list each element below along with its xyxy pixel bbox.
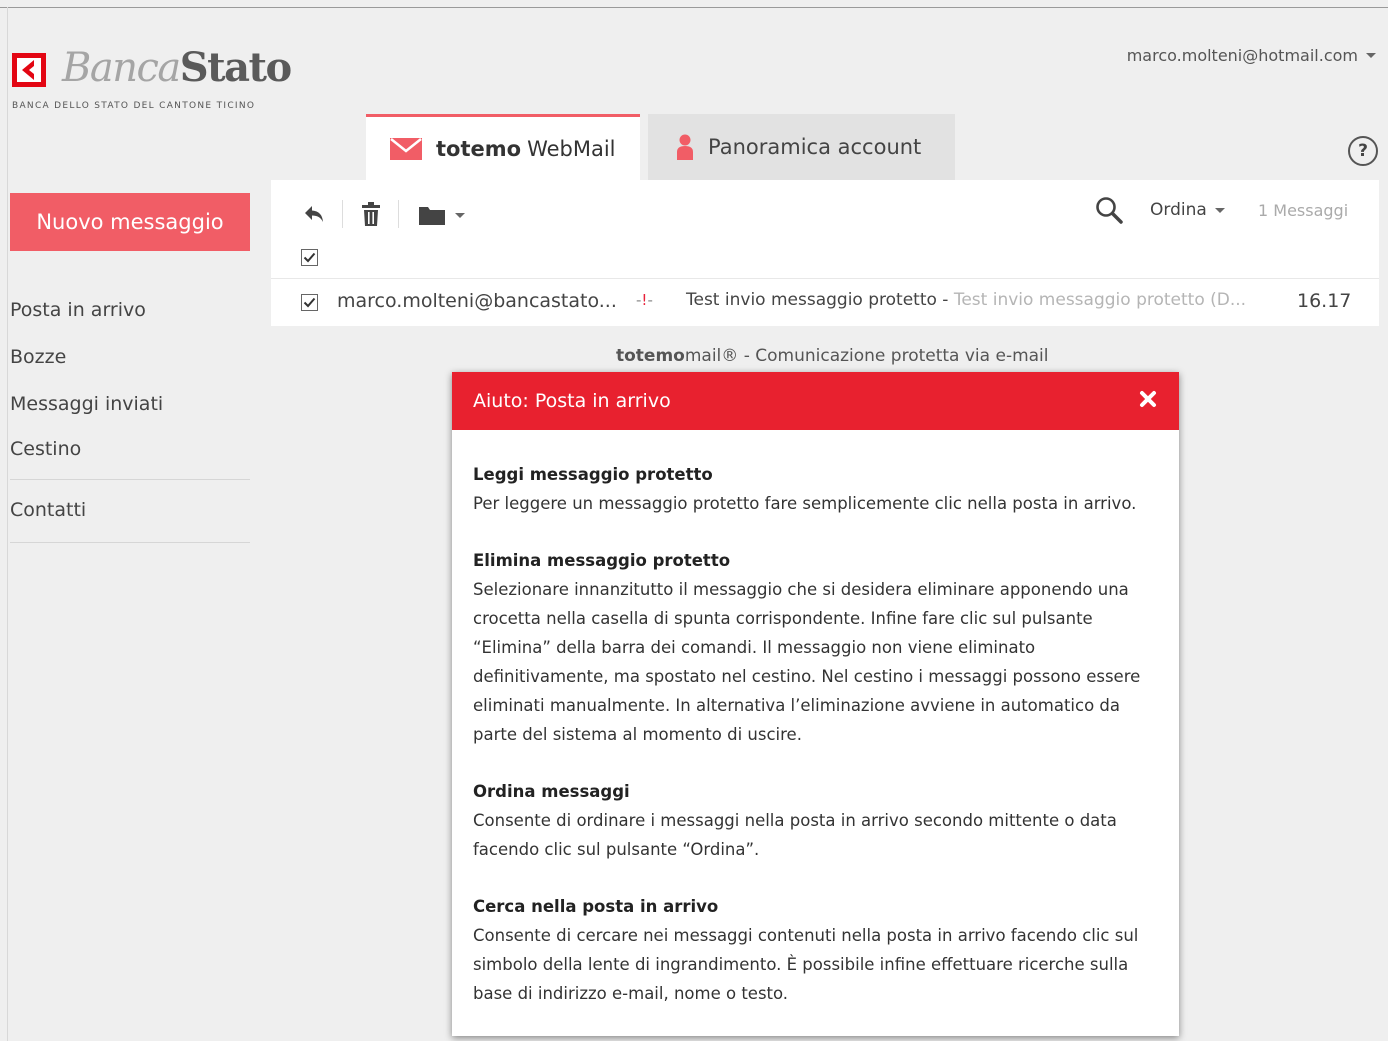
help-section-text: Consente di ordinare i messaggi nella po… (473, 811, 1117, 859)
subject-text: Test invio messaggio protetto - (686, 290, 954, 310)
help-section: Elimina messaggio protetto Selezionare i… (473, 546, 1158, 749)
flag-suffix: - (647, 291, 653, 309)
message-time: 16.17 (1297, 290, 1352, 312)
user-email: marco.molteni@hotmail.com (1126, 46, 1358, 65)
sidebar-item-sent[interactable]: Messaggi inviati (10, 393, 163, 415)
message-priority-flag: -!- (636, 291, 653, 309)
chevron-down-icon (1214, 207, 1225, 213)
help-section-title: Cerca nella posta in arrivo (473, 897, 719, 916)
search-icon[interactable] (1095, 196, 1123, 224)
user-menu[interactable]: marco.molteni@hotmail.com (1127, 46, 1376, 65)
help-section: Leggi messaggio protetto Per leggere un … (473, 460, 1158, 518)
close-icon[interactable] (1139, 390, 1157, 408)
checkmark-icon (303, 252, 316, 263)
row-divider (271, 278, 1379, 279)
help-dialog-title: Aiuto: Posta in arrivo (473, 390, 671, 412)
tab-webmail-label: WebMail (527, 136, 616, 161)
tab-webmail[interactable]: totemo WebMail (366, 114, 640, 180)
help-section-text: Consente di cercare nei messaggi contenu… (473, 926, 1139, 1003)
sidebar-item-drafts[interactable]: Bozze (10, 346, 66, 368)
select-all-checkbox[interactable] (301, 249, 318, 266)
brand-subtitle: BANCA DELLO STATO DEL CANTONE TICINO (12, 101, 256, 111)
help-section-title: Elimina messaggio protetto (473, 551, 731, 570)
message-subject[interactable]: Test invio messaggio protetto - Test inv… (686, 290, 1246, 310)
move-to-folder-button[interactable] (419, 205, 465, 225)
toolbar-separator (342, 200, 343, 228)
sort-label: Ordina (1150, 200, 1207, 220)
folder-icon (419, 207, 445, 225)
footer-text: - Comunicazione protetta via e-mail (738, 346, 1049, 366)
tab-account-label: Panoramica account (708, 135, 922, 159)
help-section-title: Ordina messaggi (473, 782, 630, 801)
sidebar-item-contacts[interactable]: Contatti (10, 499, 86, 521)
reply-icon[interactable] (303, 202, 327, 226)
checkmark-icon (303, 297, 316, 308)
sidebar-item-trash[interactable]: Cestino (10, 438, 81, 460)
chevron-down-icon (1366, 53, 1376, 58)
message-row-checkbox[interactable] (301, 294, 318, 311)
help-section: Ordina messaggi Consente di ordinare i m… (473, 777, 1158, 864)
sidebar-item-inbox[interactable]: Posta in arrivo (10, 299, 146, 321)
help-section-text: Per leggere un messaggio protetto fare s… (473, 494, 1137, 513)
bank-logo: BancaStato BANCA DELLO STATO DEL CANTONE… (12, 46, 312, 120)
help-dialog-body: Leggi messaggio protetto Per leggere un … (452, 430, 1179, 1008)
message-sender[interactable]: marco.molteni@bancastato... (337, 290, 617, 312)
footer-tagline: totemomail® - Comunicazione protetta via… (616, 346, 1049, 366)
help-dialog-header: Aiuto: Posta in arrivo (452, 372, 1179, 430)
brand-name-part1: Banca (62, 45, 181, 91)
user-icon (677, 134, 693, 160)
new-message-button[interactable]: Nuovo messaggio (10, 193, 250, 251)
sidebar-divider (10, 479, 250, 480)
help-section-text: Selezionare innanzitutto il messaggio ch… (473, 580, 1141, 744)
footer-brand-rest: mail® (684, 346, 739, 366)
help-dialog: Aiuto: Posta in arrivo Leggi messaggio p… (452, 372, 1179, 1036)
trash-icon[interactable] (360, 201, 382, 227)
message-count: 1 Messaggi (1258, 201, 1349, 220)
chevron-down-icon (455, 212, 465, 218)
sort-dropdown[interactable]: Ordina (1150, 200, 1225, 220)
footer-brand-bold: totemo (616, 346, 685, 366)
toolbar-separator (398, 200, 399, 228)
envelope-icon (390, 137, 422, 160)
brand-name: BancaStato (62, 44, 292, 91)
tab-account-overview[interactable]: Panoramica account (648, 114, 955, 180)
help-button[interactable]: ? (1348, 136, 1378, 166)
top-border (0, 7, 1388, 8)
message-preview: Test invio messaggio protetto (D... (953, 290, 1247, 310)
brand-name-part2: Stato (179, 44, 292, 91)
tab-webmail-brand: totemo (436, 136, 522, 161)
left-border (7, 7, 8, 1041)
sidebar-divider (10, 542, 250, 543)
help-section-title: Leggi messaggio protetto (473, 465, 713, 484)
bancastato-logo-icon (12, 53, 46, 87)
help-section: Cerca nella posta in arrivo Consente di … (473, 892, 1158, 1008)
